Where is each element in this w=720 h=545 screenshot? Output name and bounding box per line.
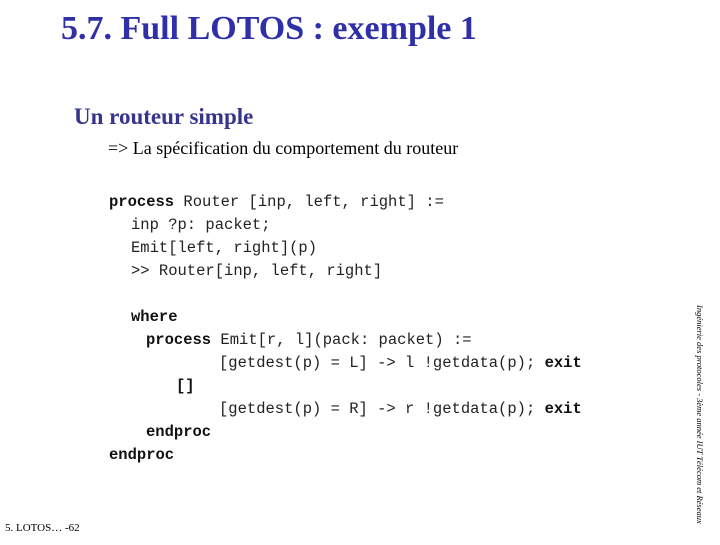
code-keyword: exit [544, 400, 582, 418]
code-line: Emit[left, right](p) [131, 239, 318, 257]
code-text: Router [inp, left, right] := [174, 193, 444, 211]
code-text: Emit[r, l](pack: packet) := [211, 331, 472, 349]
code-line: process Router [inp, left, right] := [109, 193, 444, 211]
slide-footer: 5. LOTOS… -62 [5, 522, 80, 534]
code-line: [getdest(p) = R] -> r !getdata(p); exit [219, 400, 582, 418]
code-line: inp ?p: packet; [131, 216, 271, 234]
code-keyword: process [109, 193, 175, 211]
code-text: [getdest(p) = R] -> r !getdata(p); [219, 400, 545, 418]
code-text: [getdest(p) = L] -> l !getdata(p); [219, 354, 545, 372]
slide-subtitle: Un routeur simple [74, 104, 254, 129]
slide-title: 5.7. Full LOTOS : exemple 1 [61, 10, 477, 47]
bullet-text: => La spécification du comportement du r… [108, 138, 459, 158]
vertical-course-label: Ingénierie des protocoles - 3ème année I… [695, 305, 705, 524]
code-keyword: where [131, 308, 178, 326]
code-keyword: endproc [146, 423, 212, 441]
code-line: [getdest(p) = L] -> l !getdata(p); exit [219, 354, 582, 372]
code-line: >> Router[inp, left, right] [131, 262, 383, 280]
code-line: process Emit[r, l](pack: packet) := [146, 331, 472, 349]
code-keyword: process [146, 331, 212, 349]
code-keyword: [] [176, 377, 195, 395]
code-keyword: endproc [109, 446, 175, 464]
code-keyword: exit [544, 354, 582, 372]
code-block: process Router [inp, left, right] := inp… [0, 0, 582, 464]
